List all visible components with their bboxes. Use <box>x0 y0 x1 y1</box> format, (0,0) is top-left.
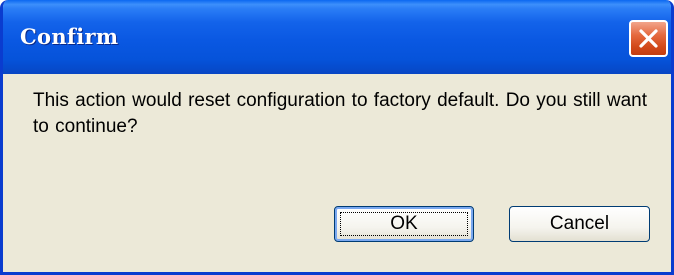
confirm-dialog: Confirm This action would reset configur… <box>0 0 674 275</box>
title-bar[interactable]: Confirm <box>3 0 671 74</box>
ok-button[interactable]: OK <box>334 206 474 242</box>
ok-button-label: OK <box>390 213 418 234</box>
close-button[interactable] <box>629 20 668 57</box>
cancel-button-label: Cancel <box>549 213 610 234</box>
dialog-title: Confirm <box>20 24 119 49</box>
dialog-message: This action would reset configuration to… <box>33 90 648 137</box>
close-icon <box>639 29 658 48</box>
cancel-button[interactable]: Cancel <box>509 206 650 242</box>
